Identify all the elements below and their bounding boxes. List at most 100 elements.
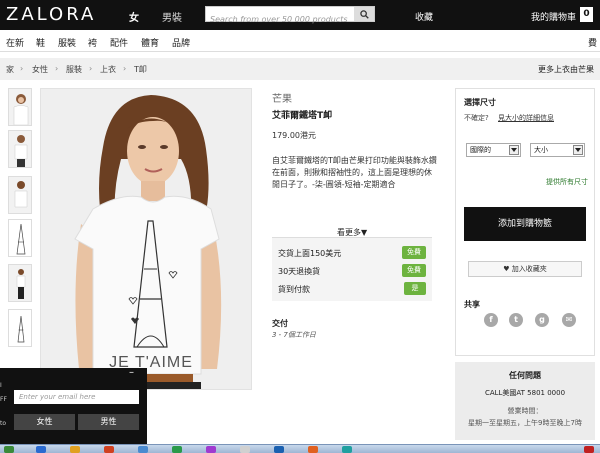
size-select-value: 大小	[534, 146, 548, 154]
heart-icon: ♥	[503, 265, 512, 273]
nav-item-brands[interactable]: 品牌	[172, 36, 190, 49]
search-icon	[359, 9, 369, 19]
newsletter-popup: – I FF to 女性 男性	[0, 368, 147, 444]
perk-badge: 是	[404, 282, 426, 295]
region-select-value: 國際的	[470, 146, 491, 154]
top-header: ZALORA 女 男裝 收藏 我的購物車 0	[0, 0, 600, 32]
breadcrumb-home[interactable]: 家	[6, 64, 14, 75]
nav-item-shoes[interactable]: 鞋	[36, 36, 45, 49]
all-sizes-link[interactable]: 提供所有尺寸	[546, 177, 588, 187]
app-icon[interactable]	[172, 446, 182, 453]
cart-count-badge[interactable]: 0	[580, 7, 593, 22]
more-tops-link[interactable]: 更多上衣由芒果	[538, 64, 594, 75]
search-input[interactable]	[206, 12, 356, 27]
app-icon[interactable]	[206, 446, 216, 453]
model-photo: JE T'AIME	[41, 89, 251, 389]
tab-men[interactable]: 男裝	[162, 9, 182, 24]
tab-women[interactable]: 女	[127, 9, 141, 32]
product-name: 艾菲爾鐵塔T卹	[272, 111, 333, 121]
product-brand[interactable]: 芒果	[272, 90, 292, 105]
breadcrumb-separator: ›	[89, 64, 93, 73]
email-icon[interactable]: ✉	[562, 313, 576, 327]
perk-row: 30天退換貨 免費	[272, 262, 432, 280]
perk-label: 30天退換貨	[278, 267, 321, 276]
breadcrumb-women[interactable]: 女性	[32, 64, 48, 75]
subscribe-female-button[interactable]: 女性	[14, 414, 75, 430]
app-icon[interactable]	[104, 446, 114, 453]
delivery-time: 3 - 7個工作日	[272, 331, 316, 339]
subscribe-male-button[interactable]: 男性	[78, 414, 139, 430]
help-hours-label: 營業時間：	[507, 407, 543, 415]
start-icon[interactable]	[4, 446, 14, 453]
product-thumbnail[interactable]	[8, 219, 32, 257]
product-main-image[interactable]: JE T'AIME	[40, 88, 252, 390]
nav-item-accessories[interactable]: 配件	[110, 36, 128, 49]
add-to-cart-button[interactable]: 添加到購物籃	[464, 207, 586, 241]
nav-item-new[interactable]: 在新	[6, 36, 24, 49]
product-thumbnail[interactable]	[8, 88, 32, 126]
breadcrumb: 家 › 女性 › 服裝 › 上衣 › T卹 更多上衣由芒果	[0, 58, 600, 80]
breadcrumb-tshirt: T卹	[134, 65, 147, 74]
chevron-down-icon	[509, 145, 519, 155]
region-select[interactable]: 國際的	[466, 143, 521, 157]
nav-item-bags[interactable]: 袴	[88, 36, 97, 49]
tray-icon[interactable]	[584, 446, 594, 453]
product-thumbnail[interactable]	[8, 130, 32, 168]
breadcrumb-clothing[interactable]: 服裝	[66, 64, 82, 75]
size-guide-link[interactable]: 見大小的詳細信息	[498, 113, 554, 123]
help-title: 任何問題	[509, 371, 541, 380]
app-icon[interactable]	[138, 446, 148, 453]
size-section-title: 選擇尺寸	[464, 98, 496, 107]
search-box	[205, 6, 375, 27]
share-title: 共享	[464, 300, 480, 309]
breadcrumb-separator: ›	[123, 64, 127, 73]
help-hours: 星期一至星期五，上午9時至晚上7時	[468, 419, 582, 427]
search-button[interactable]	[354, 7, 374, 21]
perks-box: 交貨上面150美元 免費 30天退換貨 免費 貨到付款 是	[272, 237, 432, 301]
app-icon[interactable]	[342, 446, 352, 453]
size-select[interactable]: 大小	[530, 143, 585, 157]
popup-edge-text: I	[0, 382, 2, 389]
perk-badge: 免費	[402, 264, 426, 277]
folder-icon[interactable]	[70, 446, 80, 453]
app-icon[interactable]	[240, 446, 250, 453]
perk-badge: 免費	[402, 246, 426, 259]
help-box: 任何問題 CALL美國AT 5801 0000 營業時間： 星期一至星期五，上午…	[455, 362, 595, 440]
nav-right-fragment: 費	[588, 39, 598, 49]
product-description: 自艾菲爾鐵塔的T卹由芒果打印功能與裝飾水鑽在前面，則揪和摺袖性的，這上面是理想的…	[272, 156, 437, 189]
help-phone[interactable]: CALL美國AT 5801 0000	[455, 388, 595, 398]
popup-edge-text: FF	[0, 396, 7, 403]
perk-label: 貨到付款	[278, 285, 310, 294]
product-price: 179.00港元	[272, 131, 316, 140]
favorites-link[interactable]: 收藏	[415, 10, 433, 23]
product-thumbnail[interactable]	[8, 264, 32, 302]
browser-icon[interactable]	[36, 446, 46, 453]
newsletter-email-input[interactable]	[14, 390, 139, 404]
twitter-icon[interactable]: t	[509, 313, 523, 327]
app-icon[interactable]	[274, 446, 284, 453]
page-root: { "header": { "logo": "ZALORA", "gender_…	[0, 0, 600, 453]
perk-row: 交貨上面150美元 免費	[272, 244, 432, 262]
nav-item-clothing[interactable]: 服裝	[58, 36, 76, 49]
google-plus-icon[interactable]: g	[535, 313, 549, 327]
product-thumbnail[interactable]	[8, 176, 32, 214]
perk-label: 交貨上面150美元	[278, 249, 342, 258]
zalora-logo[interactable]: ZALORA	[6, 4, 96, 25]
delivery-title: 交付	[272, 319, 288, 328]
breadcrumb-separator: ›	[55, 64, 59, 73]
facebook-icon[interactable]: f	[484, 313, 498, 327]
wishlist-label: 加入收藏夾	[511, 265, 547, 273]
popup-edge-text: to	[0, 420, 7, 427]
size-question: 不確定?	[464, 114, 489, 122]
add-to-wishlist-button[interactable]: ♥ 加入收藏夾	[468, 261, 582, 277]
chevron-down-icon	[573, 145, 583, 155]
os-taskbar	[0, 444, 600, 453]
nav-item-sports[interactable]: 體育	[141, 36, 159, 49]
breadcrumb-separator: ›	[20, 64, 24, 73]
cart-link[interactable]: 我的購物車	[531, 10, 576, 23]
category-nav: 在新 鞋 服裝 袴 配件 體育 品牌 費	[0, 30, 600, 52]
breadcrumb-tops[interactable]: 上衣	[100, 64, 116, 75]
app-icon[interactable]	[308, 446, 318, 453]
product-thumbnail[interactable]	[8, 309, 32, 347]
minimize-icon[interactable]: –	[129, 368, 137, 378]
